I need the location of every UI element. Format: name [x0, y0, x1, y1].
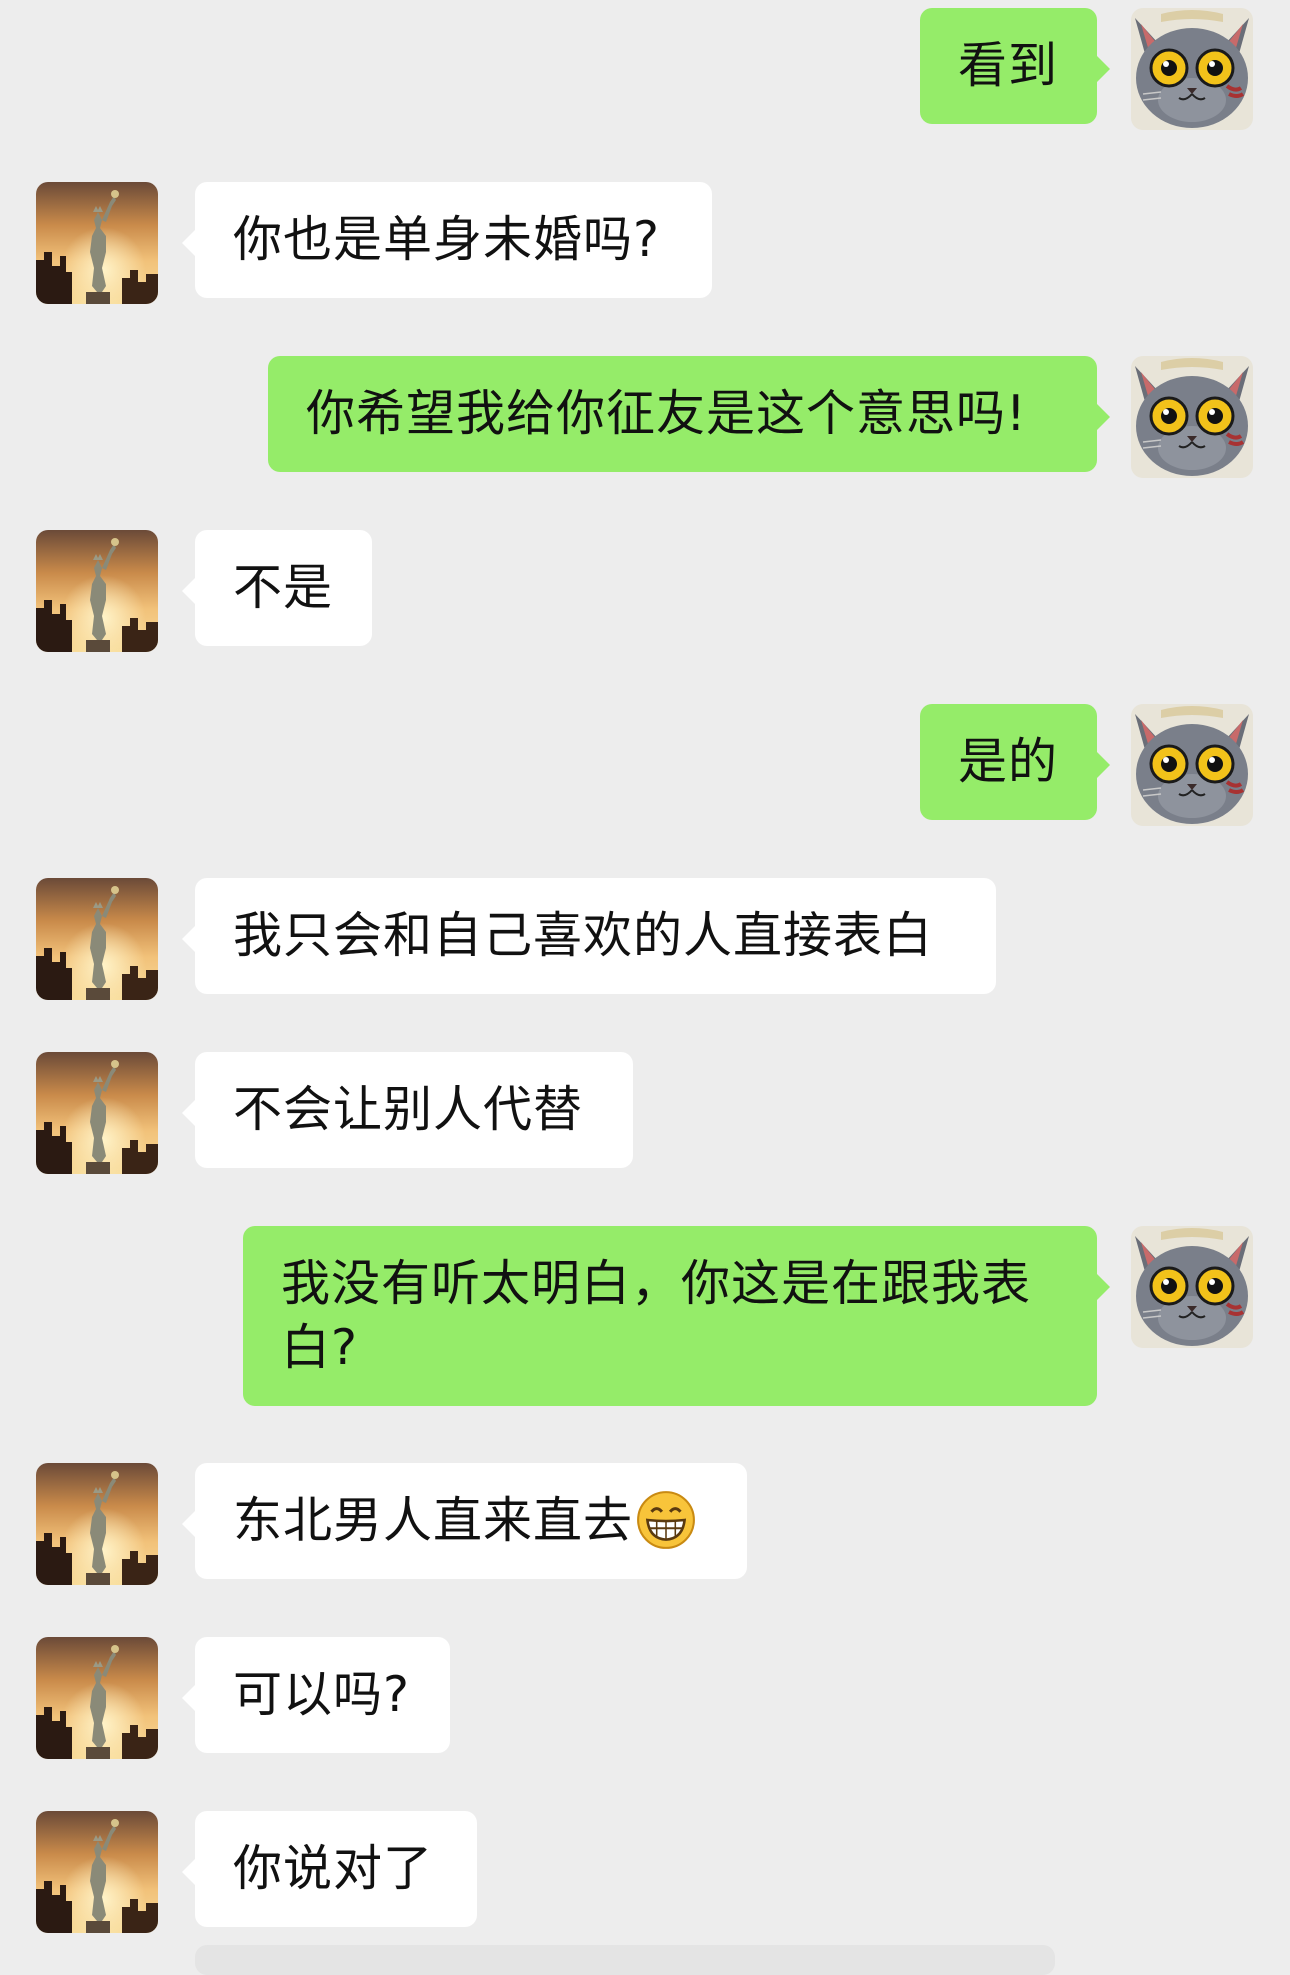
message-text: 看到: [958, 37, 1059, 94]
self-avatar[interactable]: [1131, 356, 1253, 478]
self-avatar[interactable]: [1131, 704, 1253, 826]
contact-avatar[interactable]: [36, 1637, 158, 1759]
gray-cat-avatar-image: [1131, 356, 1253, 478]
message-bubble-incoming[interactable]: 不会让别人代替: [182, 1052, 633, 1168]
message-text: 可以吗?: [233, 1666, 411, 1723]
message-text: 你希望我给你征友是这个意思吗!: [306, 385, 1027, 442]
grinning-face-emoji-icon: [637, 1490, 695, 1549]
message-text: 不是: [233, 559, 334, 616]
message-bubble-incoming[interactable]: 不是: [182, 530, 372, 646]
contact-avatar[interactable]: [36, 530, 158, 652]
statue-of-liberty-avatar-image: [36, 1637, 158, 1759]
message-text: 不会让别人代替: [233, 1081, 584, 1138]
gray-cat-avatar-image: [1131, 8, 1253, 130]
message-bubble-incoming[interactable]: 你也是单身未婚吗?: [182, 182, 712, 298]
message-bubble-incoming[interactable]: 东北男人直来直去: [182, 1463, 747, 1579]
message-bubble-outgoing[interactable]: 看到: [920, 8, 1110, 124]
message-text: 东北男人直来直去: [233, 1492, 634, 1549]
contact-avatar[interactable]: [36, 1052, 158, 1174]
gray-cat-avatar-image: [1131, 704, 1253, 826]
self-avatar[interactable]: [1131, 8, 1253, 130]
message-text: 你说对了: [233, 1840, 434, 1897]
contact-avatar[interactable]: [36, 1811, 158, 1933]
statue-of-liberty-avatar-image: [36, 1811, 158, 1933]
message-bubble-outgoing[interactable]: 是的: [920, 704, 1110, 820]
message-bubble-outgoing[interactable]: 你希望我给你征友是这个意思吗!: [268, 356, 1110, 472]
message-text: 是的: [958, 733, 1059, 790]
message-bubble-incoming[interactable]: 你说对了: [182, 1811, 477, 1927]
statue-of-liberty-avatar-image: [36, 1052, 158, 1174]
contact-avatar[interactable]: [36, 878, 158, 1000]
statue-of-liberty-avatar-image: [36, 530, 158, 652]
chat-area: 看到 你也是单身未婚吗? 你希望我给你征友是这个意思吗! 不是 是的 我只会和自…: [0, 0, 1290, 1975]
message-bubble-outgoing[interactable]: 我没有听太明白，你这是在跟我表白?: [243, 1226, 1110, 1406]
self-avatar[interactable]: [1131, 1226, 1253, 1348]
gray-cat-avatar-image: [1131, 1226, 1253, 1348]
contact-avatar[interactable]: [36, 1463, 158, 1585]
contact-avatar[interactable]: [36, 182, 158, 304]
message-bubble-incoming[interactable]: 我只会和自己喜欢的人直接表白: [182, 878, 996, 994]
message-text: 我只会和自己喜欢的人直接表白: [233, 907, 934, 964]
statue-of-liberty-avatar-image: [36, 182, 158, 304]
message-bubble-incoming[interactable]: 可以吗?: [182, 1637, 450, 1753]
message-text: 你也是单身未婚吗?: [233, 211, 661, 268]
next-message-edge: [195, 1945, 1055, 1975]
message-text: 我没有听太明白，你这是在跟我表白?: [281, 1255, 1032, 1376]
statue-of-liberty-avatar-image: [36, 878, 158, 1000]
statue-of-liberty-avatar-image: [36, 1463, 158, 1585]
